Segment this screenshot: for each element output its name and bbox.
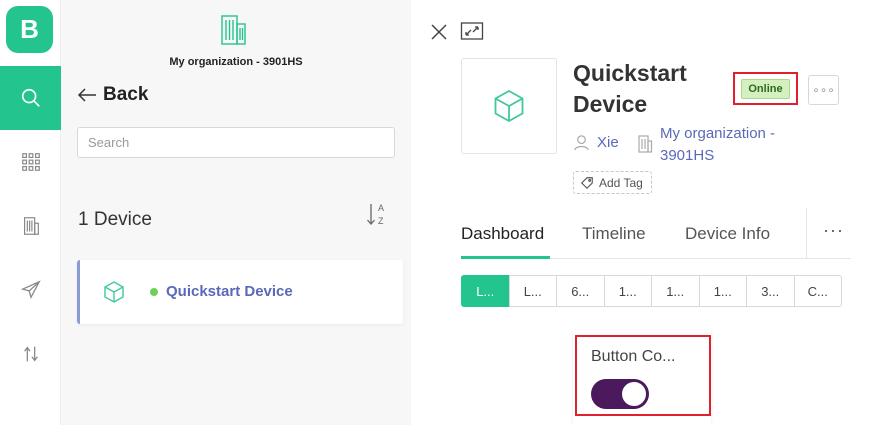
device-list-item[interactable]: Quickstart Device bbox=[77, 260, 403, 324]
arrow-left-icon bbox=[77, 88, 96, 102]
send-icon bbox=[20, 280, 41, 300]
organization-building-icon bbox=[221, 15, 246, 45]
time-range-pill[interactable]: 1... bbox=[651, 275, 700, 307]
blynk-logo[interactable]: B bbox=[6, 6, 53, 53]
rail-automations[interactable] bbox=[0, 322, 61, 386]
rail-search[interactable] bbox=[0, 66, 61, 130]
widget-title: Button Co... bbox=[591, 348, 676, 365]
close-icon[interactable] bbox=[429, 22, 449, 42]
button-control-widget: Button Co... bbox=[575, 335, 711, 416]
search-icon bbox=[21, 88, 40, 107]
organization-link: My organization - 3901HS bbox=[660, 125, 776, 164]
detail-tabs: Dashboard Timeline Device Info ··· bbox=[461, 208, 851, 259]
rail-messages[interactable] bbox=[0, 258, 61, 322]
time-range-selector: L... L... 6... 1... 1... 1... 3... C... bbox=[461, 275, 842, 307]
back-button[interactable]: Back bbox=[77, 84, 148, 106]
organization-name: My organization - 3901HS bbox=[169, 56, 303, 68]
building-icon bbox=[638, 135, 653, 153]
rail-dashboards[interactable] bbox=[0, 130, 61, 194]
time-range-pill[interactable]: 1... bbox=[698, 275, 747, 307]
device-list-panel: My organization - 3901HS Back 1 Device A… bbox=[61, 0, 411, 425]
left-rail: B bbox=[0, 0, 61, 425]
expand-icon[interactable] bbox=[460, 21, 484, 41]
search-input[interactable] bbox=[77, 127, 395, 158]
tab-device-info[interactable]: Device Info bbox=[685, 224, 770, 244]
device-cube-icon bbox=[494, 89, 524, 123]
time-range-pill[interactable]: 1... bbox=[603, 275, 652, 307]
tabs-more-button[interactable]: ··· bbox=[823, 220, 844, 241]
device-organization[interactable]: My organization - 3901HS bbox=[637, 123, 810, 167]
toggle-switch[interactable] bbox=[591, 379, 649, 409]
time-range-pill[interactable]: L... bbox=[508, 275, 557, 307]
tab-dashboard[interactable]: Dashboard bbox=[461, 224, 544, 244]
tag-icon bbox=[580, 176, 593, 189]
device-name: Quickstart Device bbox=[166, 283, 293, 300]
more-options-button[interactable]: ∘∘∘ bbox=[808, 75, 839, 105]
add-tag-label: Add Tag bbox=[599, 175, 643, 190]
toggle-knob bbox=[622, 382, 646, 406]
time-range-pill[interactable]: 6... bbox=[556, 275, 605, 307]
status-badge-highlight: Online bbox=[733, 72, 798, 105]
sort-az-icon[interactable]: A Z bbox=[366, 201, 390, 229]
building-icon bbox=[23, 217, 39, 235]
active-tab-indicator bbox=[461, 256, 550, 259]
tab-timeline[interactable]: Timeline bbox=[582, 224, 646, 244]
device-title: Quickstart Device bbox=[573, 60, 687, 117]
back-label: Back bbox=[103, 84, 149, 105]
time-range-pill[interactable]: C... bbox=[793, 275, 842, 307]
sort-letter-a: A bbox=[378, 203, 384, 213]
device-thumbnail bbox=[461, 58, 557, 154]
add-tag-button[interactable]: Add Tag bbox=[573, 171, 652, 194]
status-badge: Online bbox=[741, 78, 790, 99]
user-icon bbox=[574, 135, 589, 151]
sort-letter-z: Z bbox=[378, 216, 384, 226]
grid-icon bbox=[21, 153, 40, 171]
time-range-pill[interactable]: L... bbox=[461, 275, 510, 307]
owner-name: Xie bbox=[597, 134, 619, 151]
device-detail-panel: Quickstart Device Online ∘∘∘ Xie My orga… bbox=[411, 0, 874, 425]
online-status-dot bbox=[150, 288, 158, 296]
device-count: 1 Device bbox=[78, 209, 152, 230]
time-range-pill[interactable]: 3... bbox=[746, 275, 795, 307]
tab-divider bbox=[806, 208, 807, 259]
device-owner[interactable]: Xie bbox=[573, 134, 619, 151]
device-cube-icon bbox=[104, 281, 124, 303]
rail-organizations[interactable] bbox=[0, 194, 61, 258]
swap-icon bbox=[23, 346, 38, 362]
